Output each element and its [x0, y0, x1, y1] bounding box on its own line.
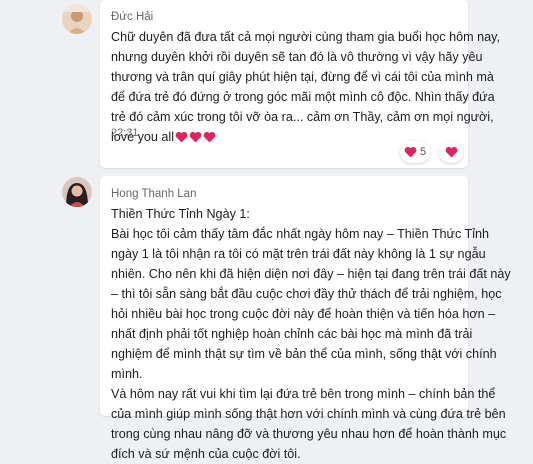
- heart-icon: [404, 146, 417, 158]
- heart-icon: [189, 131, 202, 143]
- heart-icon: [445, 146, 458, 158]
- avatar-duc-hai[interactable]: [62, 4, 92, 34]
- inline-hearts: [175, 131, 216, 143]
- heart-icon: [203, 131, 216, 143]
- message-card-2: Hong Thanh Lan Thiền Thức Tỉnh Ngày 1: B…: [100, 176, 511, 461]
- reaction-count-badge[interactable]: 5: [400, 141, 430, 163]
- author-name[interactable]: Đức Hải: [111, 11, 153, 23]
- reaction-count: 5: [419, 146, 427, 158]
- message-text: Chữ duyên đã đưa tất cả mọi người cùng t…: [111, 27, 500, 147]
- react-heart-button[interactable]: [439, 141, 463, 163]
- heart-icon: [175, 131, 188, 143]
- avatar-hong-thanh-lan[interactable]: [62, 177, 92, 207]
- message-text: Thiền Thức Tỉnh Ngày 1: Bài học tôi cảm …: [111, 207, 511, 461]
- author-name[interactable]: Hong Thanh Lan: [111, 188, 196, 200]
- message-time: 22:31: [111, 127, 139, 139]
